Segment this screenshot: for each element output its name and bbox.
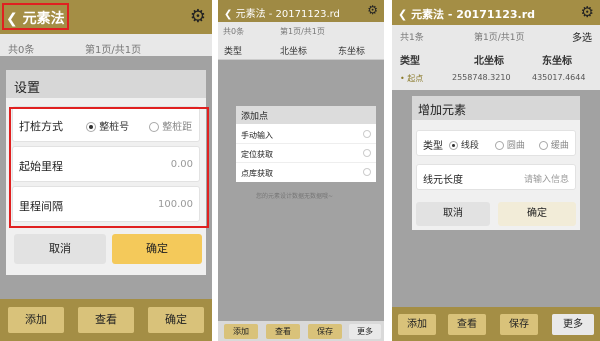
screen-add-element: ❮ 元素法 - 20171123.rd ⚙ 共1条 第1页/共1页 多选 类型 … — [392, 0, 600, 341]
highlight-box — [9, 107, 209, 228]
record-count: 共1条 — [400, 33, 424, 43]
confirm-button[interactable]: 确定 — [112, 234, 202, 264]
menu-item-manual-input[interactable]: 手动输入 — [236, 126, 376, 144]
row-north: 2558748.3210 — [452, 73, 511, 82]
chevron-left-icon: ❮ — [398, 8, 408, 21]
gear-icon[interactable]: ⚙ — [367, 3, 378, 17]
page-info-bar: 共0条 第1页/共1页 — [218, 24, 384, 38]
menu-item-gps-acquire[interactable]: 定位获取 — [236, 145, 376, 163]
radio-checked-icon — [449, 141, 458, 150]
element-type-row: 类型 线段 圆曲 缓曲 — [416, 130, 576, 156]
bottom-toolbar: 添加 查看 保存 更多 — [218, 321, 384, 341]
view-button[interactable]: 查看 — [78, 307, 134, 333]
record-count: 共0条 — [8, 45, 35, 56]
save-button[interactable]: 保存 — [308, 324, 342, 339]
more-button[interactable]: 更多 — [552, 314, 594, 335]
radio-unchecked-icon — [495, 141, 504, 150]
back-button[interactable]: ❮ 元素法 - 20171123.rd — [224, 5, 340, 20]
table-header: 类型 北坐标 东坐标 — [218, 40, 384, 60]
highlight-box — [2, 3, 69, 30]
dialog-title: 添加点 — [236, 106, 376, 124]
element-type-label: 类型 — [423, 141, 443, 152]
more-button[interactable]: 更多 — [349, 324, 381, 339]
radio-unchecked-icon — [363, 130, 371, 138]
ok-button[interactable]: 确定 — [148, 307, 204, 333]
page-indicator: 第1页/共1页 — [474, 33, 525, 43]
back-button[interactable]: ❮ 元素法 - 20171123.rd — [398, 6, 535, 22]
element-length-label: 线元长度 — [423, 175, 463, 186]
radio-unchecked-icon — [363, 168, 371, 176]
element-length-field[interactable]: 线元长度 请输入信息 — [416, 164, 576, 190]
row-type: • 起点 — [400, 74, 424, 83]
page-info-bar: 共0条 第1页/共1页 — [0, 38, 212, 56]
add-point-menu: 添加点 手动输入 定位获取 点库获取 — [236, 106, 376, 182]
radio-unchecked-icon — [363, 149, 371, 157]
bottom-toolbar: 添加 查看 确定 — [0, 299, 212, 341]
page-indicator: 第1页/共1页 — [280, 27, 325, 36]
gear-icon[interactable]: ⚙ — [190, 6, 206, 27]
top-bar: ❮ 元素法 - 20171123.rd ⚙ — [218, 0, 384, 22]
column-type: 类型 — [224, 47, 243, 57]
gear-icon[interactable]: ⚙ — [581, 3, 594, 21]
menu-item-point-library[interactable]: 点库获取 — [236, 164, 376, 182]
dim-overlay — [218, 60, 384, 321]
screen-add-point: ❮ 元素法 - 20171123.rd ⚙ 共0条 第1页/共1页 类型 北坐标… — [218, 0, 384, 341]
view-button[interactable]: 查看 — [266, 324, 300, 339]
column-north: 北坐标 — [280, 47, 308, 57]
element-length-placeholder: 请输入信息 — [523, 175, 569, 185]
cancel-button[interactable]: 取消 — [416, 202, 490, 226]
view-button[interactable]: 查看 — [448, 314, 486, 335]
multi-select-button[interactable]: 多选 — [572, 29, 592, 44]
add-button[interactable]: 添加 — [224, 324, 258, 339]
add-button[interactable]: 添加 — [8, 307, 64, 333]
table-row[interactable]: • 起点 2558748.3210 435017.4644 — [392, 70, 600, 88]
dialog-title: 增加元素 — [412, 96, 580, 120]
radio-option-transition-curve[interactable]: 缓曲 — [539, 138, 569, 151]
row-east: 435017.4644 — [532, 73, 586, 82]
radio-option-segment[interactable]: 线段 — [449, 138, 479, 151]
column-east: 东坐标 — [542, 56, 572, 67]
dialog-title: 设置 — [6, 70, 206, 98]
save-button[interactable]: 保存 — [500, 314, 538, 335]
page-info-bar: 共1条 第1页/共1页 多选 — [392, 28, 600, 44]
record-count: 共0条 — [223, 27, 245, 36]
radio-option-circular-curve[interactable]: 圆曲 — [495, 138, 525, 151]
screen-settings: ❮ 元素法 ⚙ 共0条 第1页/共1页 设置 打桩方式 整桩号 整桩距 起始里程… — [0, 0, 212, 341]
top-bar: ❮ 元素法 - 20171123.rd ⚙ — [392, 0, 600, 25]
chevron-left-icon: ❮ — [224, 9, 233, 20]
page-indicator: 第1页/共1页 — [85, 45, 142, 56]
column-type: 类型 — [400, 56, 420, 67]
page-title: 元素法 - 20171123.rd — [411, 8, 535, 21]
radio-unchecked-icon — [539, 141, 548, 150]
table-header: 类型 北坐标 东坐标 — [392, 48, 600, 68]
add-button[interactable]: 添加 — [398, 314, 436, 335]
page-title: 元素法 - 20171123.rd — [235, 9, 340, 20]
bottom-toolbar: 添加 查看 保存 更多 — [392, 307, 600, 341]
add-element-dialog: 增加元素 类型 线段 圆曲 缓曲 线元长度 请输入信息 取消 确定 — [412, 96, 580, 230]
column-east: 东坐标 — [338, 47, 366, 57]
cancel-button[interactable]: 取消 — [14, 234, 106, 264]
column-north: 北坐标 — [474, 56, 504, 67]
confirm-button[interactable]: 确定 — [498, 202, 576, 226]
